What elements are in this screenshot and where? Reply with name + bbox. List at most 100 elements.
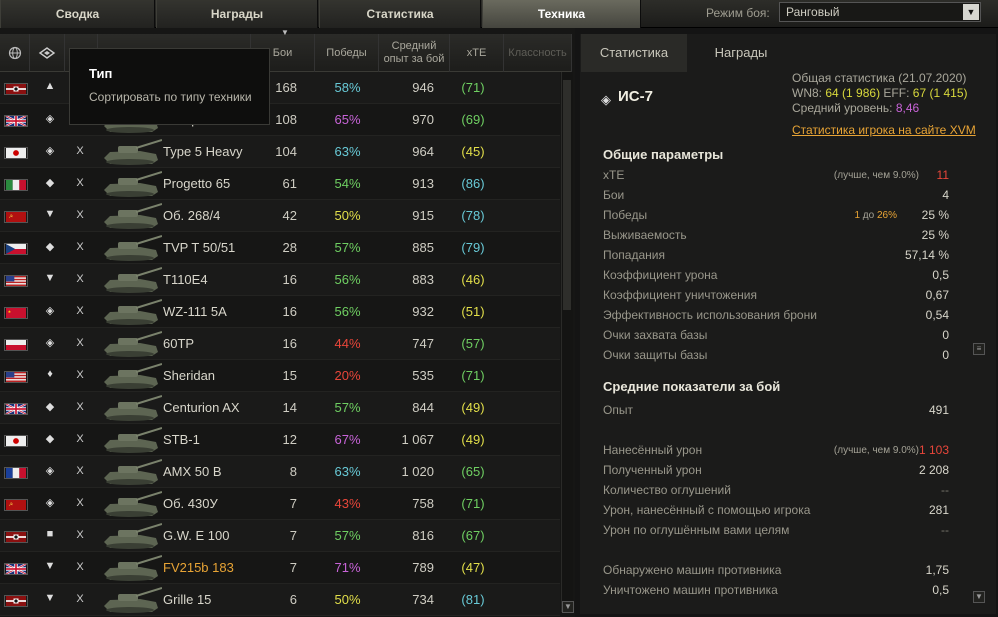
table-row[interactable]: ★ ◈ X WZ-111 5A 16 56% 932 (51) <box>0 296 560 328</box>
table-row[interactable]: ♦ X Sheridan 15 20% 535 (71) <box>0 360 560 392</box>
avg-exp: 758 <box>412 496 434 511</box>
tank-image-icon <box>104 171 162 197</box>
avg-exp: 747 <box>412 336 434 351</box>
table-row[interactable]: ☭ ▼ X Об. 268/4 42 50% 915 (78) <box>0 200 560 232</box>
avg-stats-title: Средние показатели за бой <box>603 379 781 394</box>
tier-mark: X <box>76 465 84 477</box>
tank-image-icon <box>104 427 162 453</box>
tab-vehicles[interactable]: Техника <box>482 0 641 28</box>
xte-value: (69) <box>461 112 485 127</box>
battles-count: 14 <box>282 400 297 415</box>
tank-image-icon <box>104 491 162 517</box>
table-row[interactable]: ◈ X 60TP 16 44% 747 (57) <box>0 328 560 360</box>
battles-count: 16 <box>282 272 297 287</box>
avg-exp: 932 <box>412 304 434 319</box>
battles-count: 16 <box>282 336 297 351</box>
battles-count: 16 <box>282 304 297 319</box>
tank-name: 60TP <box>163 336 195 351</box>
stat-value: 57,14 % <box>904 248 949 262</box>
tier-mark: X <box>76 305 84 317</box>
table-row[interactable]: ▼ X Grille 15 6 50% 734 (81) <box>0 584 560 616</box>
stat-label: Обнаружено машин противника <box>603 563 782 577</box>
avg-exp: 535 <box>412 368 434 383</box>
table-row[interactable]: ◆ X Centurion AX 14 57% 844 (49) <box>0 392 560 424</box>
win-rate: 67% <box>334 432 361 447</box>
sort-mastery-button[interactable]: Классность <box>504 34 572 72</box>
avg-exp: 885 <box>412 240 434 255</box>
tank-image-icon <box>104 459 162 485</box>
tab-awards[interactable]: Награды <box>156 0 318 28</box>
table-row[interactable]: ◈ X AMX 50 B 8 63% 1 020 (65) <box>0 456 560 488</box>
tier-mark: X <box>76 529 84 541</box>
tier-mark: X <box>76 273 84 285</box>
stat-label: Урон, нанесённый с помощью игрока <box>603 503 811 517</box>
scroll-down-icon[interactable]: ▼ <box>562 601 574 613</box>
svg-text:☭: ☭ <box>9 214 14 220</box>
stat-label: Коэффициент урона <box>603 268 718 282</box>
win-rate: 58% <box>334 80 361 95</box>
tank-name: Об. 268/4 <box>163 208 221 223</box>
stat-value: 4 <box>942 188 949 202</box>
tank-image-icon <box>104 267 162 293</box>
table-row[interactable]: ◆ X STB-1 12 67% 1 067 (49) <box>0 424 560 456</box>
xte-value: (51) <box>461 304 485 319</box>
tab-vehicle-stats[interactable]: Статистика <box>581 34 687 72</box>
vehicle-type-icon: ◈ <box>45 497 55 509</box>
battle-mode-value: Ранговый <box>786 5 840 19</box>
chevron-down-icon[interactable]: ▼ <box>963 4 979 20</box>
battles-count: 8 <box>289 464 297 479</box>
nation-flag-icon <box>4 275 28 287</box>
avg-exp: 1 020 <box>401 464 434 479</box>
sort-xte-button[interactable]: xTE <box>450 34 504 72</box>
win-rate: 44% <box>334 336 361 351</box>
xte-value: (81) <box>461 592 485 607</box>
avg-exp-header-line2: опыт за бой <box>383 53 445 65</box>
avg-exp: 789 <box>412 560 434 575</box>
stat-value: 281 <box>928 503 949 517</box>
table-row[interactable]: ◈ X Type 5 Heavy 104 63% 964 (45) <box>0 136 560 168</box>
win-rate: 56% <box>334 272 361 287</box>
sort-nation-button[interactable] <box>0 34 30 72</box>
sort-wins-button[interactable]: Победы <box>315 34 379 72</box>
table-row[interactable]: ☭ ◈ X Об. 430У 7 43% 758 (71) <box>0 488 560 520</box>
tab-summary[interactable]: Сводка <box>0 0 155 28</box>
vehicle-type-icon: ◈ <box>45 145 55 157</box>
table-row[interactable]: ▼ X FV215b 183 7 71% 789 (47) <box>0 552 560 584</box>
globe-icon <box>8 46 21 60</box>
tier-mark: X <box>76 561 84 573</box>
table-row[interactable]: ▼ X T110E4 16 56% 883 (46) <box>0 264 560 296</box>
vehicle-type-icon: ◆ <box>45 241 55 253</box>
vehicle-list-scroll-thumb[interactable] <box>563 80 571 310</box>
stat-label: Эффективность использования брони <box>603 308 817 322</box>
tank-name: Type 5 Heavy <box>163 144 243 159</box>
stat-value: 0,67 <box>925 288 949 302</box>
tab-vehicle-awards[interactable]: Награды <box>688 34 794 72</box>
sort-type-button[interactable] <box>30 34 65 72</box>
battle-mode-label: Режим боя: <box>706 6 770 20</box>
table-row[interactable]: ◆ X Progetto 65 61 54% 913 (86) <box>0 168 560 200</box>
sort-avg-exp-button[interactable]: Средний опыт за бой <box>379 34 450 72</box>
detail-scrollbar[interactable] <box>972 150 986 605</box>
avg-exp: 964 <box>412 144 434 159</box>
scroll-down-icon[interactable]: ▼ <box>973 591 985 603</box>
battle-mode-dropdown[interactable]: Ранговый ▼ <box>779 2 981 22</box>
tier-mark: X <box>76 241 84 253</box>
table-row[interactable]: ■ X G.W. E 100 7 57% 816 (67) <box>0 520 560 552</box>
avg-exp: 915 <box>412 208 434 223</box>
tank-name: STB-1 <box>163 432 200 447</box>
tab-statistics[interactable]: Статистика <box>319 0 481 28</box>
scroll-grip-icon[interactable]: ≡ <box>973 343 985 355</box>
battles-count: 42 <box>282 208 297 223</box>
vehicle-type-icon: ▼ <box>44 208 56 220</box>
table-row[interactable]: ◆ X TVP T 50/51 28 57% 885 (79) <box>0 232 560 264</box>
tank-name: FV215b 183 <box>163 560 234 575</box>
stat-value: 491 <box>928 403 949 417</box>
stat-label: Урон по оглушённым вами целям <box>603 523 790 537</box>
win-rate: 71% <box>334 560 361 575</box>
tank-name: AMX 50 B <box>163 464 222 479</box>
avg-exp: 844 <box>412 400 434 415</box>
general-params-title: Общие параметры <box>603 147 724 162</box>
tank-image-icon <box>104 395 162 421</box>
win-rate: 65% <box>334 112 361 127</box>
nation-flag-icon <box>4 115 28 127</box>
